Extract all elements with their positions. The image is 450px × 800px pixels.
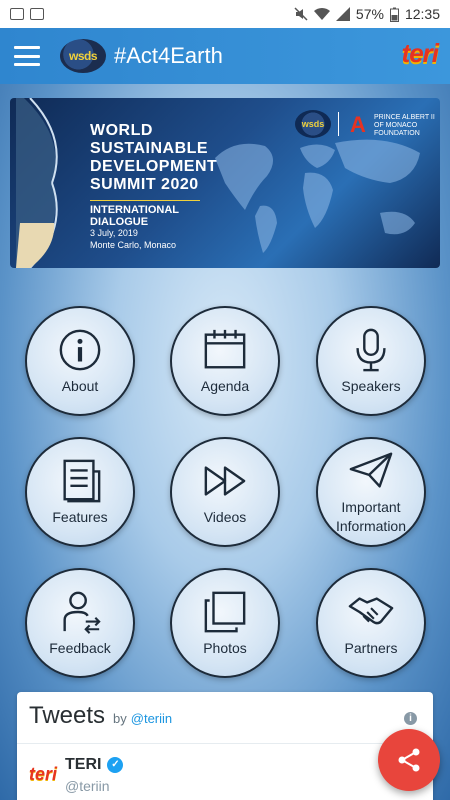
hourglass-image xyxy=(16,98,58,268)
banner-place: Monte Carlo, Monaco xyxy=(90,240,177,250)
banner-title: WORLD SUSTAINABLE DEVELOPMENT SUMMIT 202… xyxy=(90,122,218,193)
banner-partner: PRINCE ALBERT II OF MONACO FOUNDATION xyxy=(374,114,435,137)
verified-icon: ✓ xyxy=(107,757,124,773)
features-label: Features xyxy=(52,508,108,525)
banner-wsds-logo: wsds xyxy=(295,110,331,138)
features-button[interactable]: Features xyxy=(25,437,135,547)
tweets-by: by xyxy=(113,711,127,726)
status-left xyxy=(10,8,44,20)
feedback-label: Feedback xyxy=(49,639,111,656)
app-title: #Act4Earth xyxy=(114,43,223,68)
summit-banner[interactable]: WORLD SUSTAINABLE DEVELOPMENT SUMMIT 202… xyxy=(10,98,440,268)
photos-button[interactable]: Photos xyxy=(170,568,280,678)
world-map-image xyxy=(215,139,420,253)
tweet-author-handle: @teriin xyxy=(65,778,110,794)
agenda-label: Agenda xyxy=(200,377,250,394)
tweets-title: Tweets xyxy=(29,702,106,729)
tweets-handle-link[interactable]: @teriin xyxy=(131,711,172,726)
fast-forward-icon xyxy=(204,465,246,496)
calendar-icon xyxy=(204,329,246,368)
wsds-logo: wsds xyxy=(60,39,106,73)
status-bar: 57% 12:35 xyxy=(0,0,450,28)
app-bar: wsds #Act4Earth teri xyxy=(0,28,450,84)
teri-logo: teri xyxy=(401,38,439,68)
speakers-button[interactable]: Speakers xyxy=(316,306,426,416)
mute-icon xyxy=(294,7,308,21)
hamburger-menu-icon[interactable] xyxy=(14,46,40,66)
about-button[interactable]: About xyxy=(25,306,135,416)
tweets-header: Tweets by @teriin xyxy=(17,692,433,744)
important-information-button[interactable]: Important Information xyxy=(316,437,426,547)
share-button[interactable] xyxy=(378,729,440,791)
banner-subtitle: INTERNATIONAL DIALOGUE xyxy=(90,200,200,228)
paper-plane-icon xyxy=(349,452,393,488)
photos-icon xyxy=(204,591,246,632)
photos-label: Photos xyxy=(203,639,247,656)
partners-label: Partners xyxy=(344,639,398,656)
document-icon xyxy=(63,459,101,502)
microphone-icon xyxy=(356,328,386,371)
person-feedback-icon xyxy=(63,591,101,634)
speakers-label: Speakers xyxy=(341,377,401,394)
banner-divider xyxy=(338,112,339,136)
info-icon xyxy=(59,329,101,370)
tweet-author-name: TERI ✓ xyxy=(65,756,124,774)
clock: 12:35 xyxy=(404,6,440,22)
teri-avatar: teri xyxy=(29,764,58,784)
share-icon xyxy=(398,748,420,772)
videos-button[interactable]: Videos xyxy=(170,437,280,547)
info-icon[interactable]: i xyxy=(404,712,417,725)
wifi-icon xyxy=(313,7,330,21)
battery-icon xyxy=(389,7,399,22)
battery-percent: 57% xyxy=(355,6,384,22)
agenda-button[interactable]: Agenda xyxy=(170,306,280,416)
partners-button[interactable]: Partners xyxy=(316,568,426,678)
calendar-notification-icon xyxy=(30,8,44,20)
signal-icon xyxy=(335,7,350,21)
foundation-logo-icon: A xyxy=(350,112,366,137)
tweet-author: TERI ✓ @teriin xyxy=(65,756,124,794)
handshake-icon xyxy=(348,596,394,624)
important-information-label: Important Information xyxy=(335,499,407,534)
tweet-item[interactable]: teri TERI ✓ @teriin xyxy=(17,744,433,800)
image-notification-icon xyxy=(10,8,24,20)
videos-label: Videos xyxy=(203,508,247,525)
tweets-card: Tweets by @teriin i teri TERI ✓ @teriin xyxy=(17,692,433,800)
author-name-text: TERI xyxy=(65,756,102,773)
feedback-button[interactable]: Feedback xyxy=(25,568,135,678)
banner-date: 3 July, 2019 xyxy=(90,228,138,238)
about-label: About xyxy=(61,377,99,394)
status-right: 57% 12:35 xyxy=(294,6,440,22)
